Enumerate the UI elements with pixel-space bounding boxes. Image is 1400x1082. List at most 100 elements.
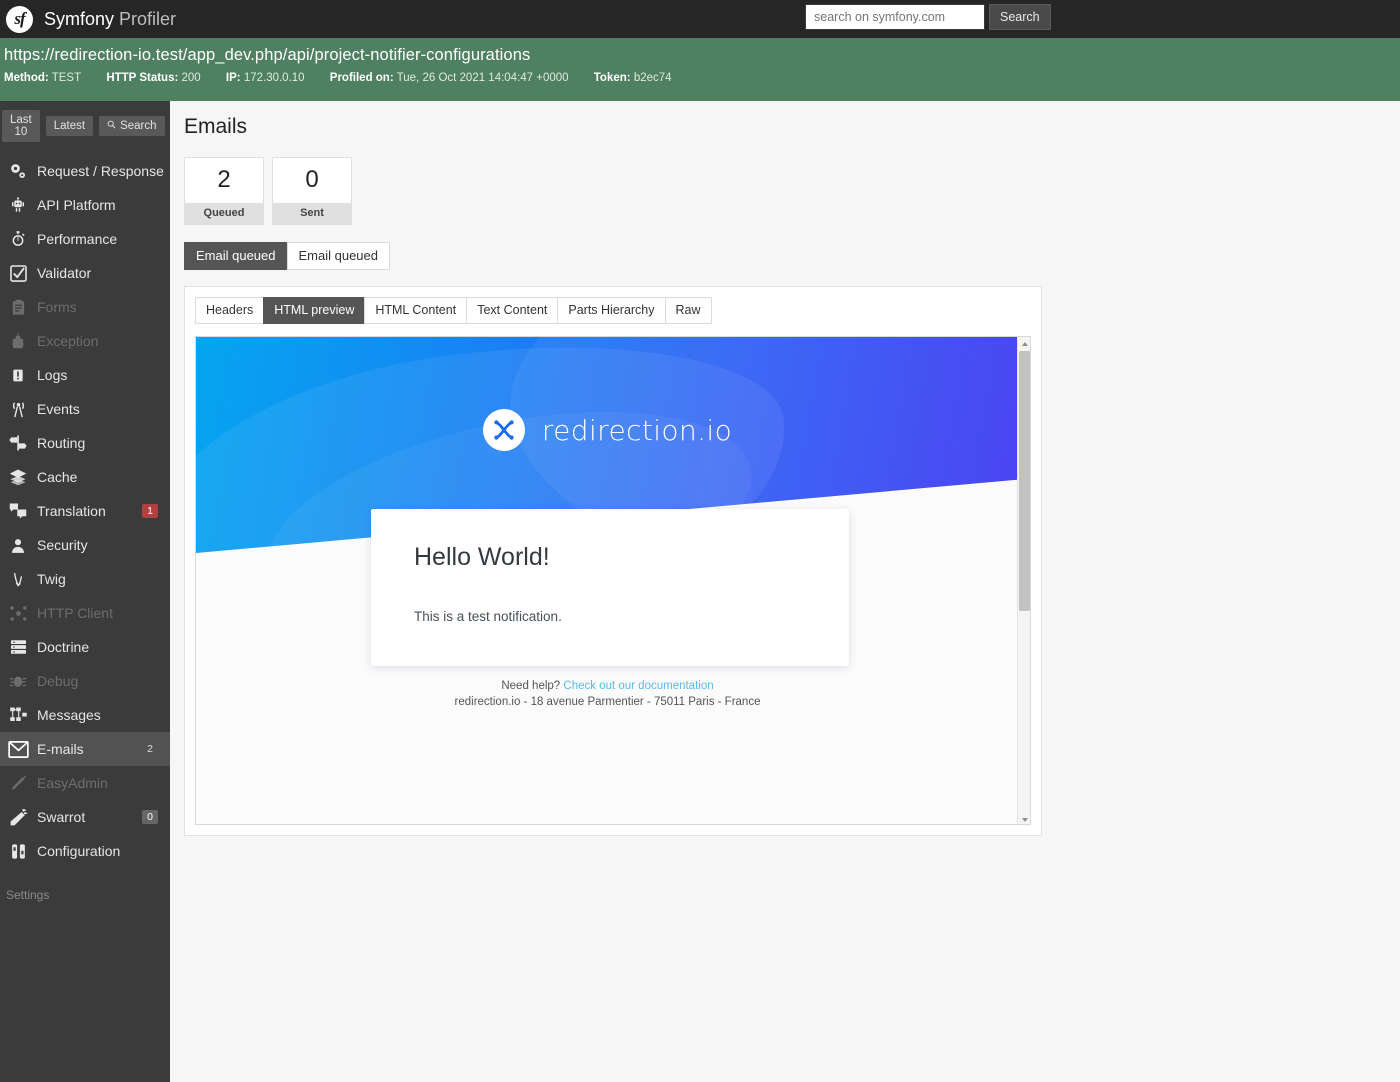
sidebar-item-label: Exception xyxy=(37,333,170,349)
last-10-button[interactable]: Last 10 xyxy=(2,110,40,142)
pencil-icon xyxy=(5,772,31,794)
content-tabs: Headers HTML preview HTML Content Text C… xyxy=(195,297,1031,324)
meta-http-status: HTTP Status: 200 xyxy=(106,72,200,84)
clipboard-icon xyxy=(5,296,31,318)
app-title-dim: Profiler xyxy=(114,9,176,29)
sidebar-search-label: Search xyxy=(120,120,156,132)
sidebar-item-label: Forms xyxy=(37,299,170,315)
email-tab-2[interactable]: Email queued xyxy=(287,242,391,270)
redirectionio-logo-icon xyxy=(483,409,525,451)
leaf-icon xyxy=(5,568,31,590)
sidebar-quick-buttons: Last 10 Latest Search xyxy=(0,101,170,152)
bug-icon xyxy=(5,670,31,692)
search-input[interactable] xyxy=(805,4,985,30)
sidebar-settings-link[interactable]: Settings xyxy=(0,868,170,902)
carrot-icon xyxy=(5,806,31,828)
meta-token-value: b2ec74 xyxy=(634,72,672,84)
email-tab-1[interactable]: Email queued xyxy=(184,242,287,270)
sidebar-item-doctrine[interactable]: Doctrine xyxy=(0,630,170,664)
main-content: Emails 2 Queued 0 Sent Email queued Emai… xyxy=(170,101,1400,1082)
bomb-icon xyxy=(5,330,31,352)
sidebar-item-cache[interactable]: Cache xyxy=(0,460,170,494)
sidebar-item-label: E-mails xyxy=(37,741,142,757)
sidebar-item-security[interactable]: Security xyxy=(0,528,170,562)
sidebar-item-label: EasyAdmin xyxy=(37,775,170,791)
latest-button[interactable]: Latest xyxy=(46,116,93,136)
documentation-link[interactable]: Check out our documentation xyxy=(563,680,713,692)
sidebar-item-emails[interactable]: E-mails 2 xyxy=(0,732,170,766)
sidebar-item-label: Doctrine xyxy=(37,639,170,655)
meta-profiled-on-label: Profiled on: xyxy=(330,72,394,84)
sidebar-item-events[interactable]: Events xyxy=(0,392,170,426)
scrollbar-thumb[interactable] xyxy=(1019,351,1030,611)
search-button[interactable]: Search xyxy=(989,4,1051,30)
meta-method: Method: TEST xyxy=(4,72,81,84)
request-url: https://redirection-io.test/app_dev.php/… xyxy=(4,46,1400,65)
sidebar-nav: Request / Response API Platform Performa… xyxy=(0,154,170,868)
sidebar-item-label: Debug xyxy=(37,673,170,689)
sidebar-item-badge: 0 xyxy=(142,810,158,824)
sidebar-item-validator[interactable]: Validator xyxy=(0,256,170,290)
email-footer-help: Need help? Check out our documentation xyxy=(196,680,1019,692)
brand[interactable]: sf Symfony Profiler xyxy=(0,6,176,33)
tab-raw[interactable]: Raw xyxy=(665,297,712,324)
sidebar-item-swarrot[interactable]: Swarrot 0 xyxy=(0,800,170,834)
page-title: Emails xyxy=(184,115,1400,139)
sidebar-item-request-response[interactable]: Request / Response xyxy=(0,154,170,188)
sidebar-item-label: Logs xyxy=(37,367,170,383)
scroll-down-arrow-icon[interactable] xyxy=(1018,813,1031,825)
sidebar-item-configuration[interactable]: Configuration xyxy=(0,834,170,868)
sidebar-item-routing[interactable]: Routing xyxy=(0,426,170,460)
tab-text-content[interactable]: Text Content xyxy=(466,297,557,324)
signpost-icon xyxy=(5,432,31,454)
meta-ip-label: IP: xyxy=(226,72,241,84)
app-title: Symfony Profiler xyxy=(44,9,176,30)
gears-icon xyxy=(5,160,31,182)
meta-profiled-on: Profiled on: Tue, 26 Oct 2021 14:04:47 +… xyxy=(330,72,569,84)
sidebar-item-label: Configuration xyxy=(37,843,170,859)
sidebar-item-easyadmin: EasyAdmin xyxy=(0,766,170,800)
meta-profiled-on-value: Tue, 26 Oct 2021 14:04:47 +0000 xyxy=(397,72,569,84)
database-icon xyxy=(5,636,31,658)
sidebar-search-button[interactable]: Search xyxy=(99,116,164,136)
tab-parts-hierarchy[interactable]: Parts Hierarchy xyxy=(557,297,664,324)
checkbox-icon xyxy=(5,262,31,284)
email-brand: redirection.io xyxy=(196,409,1019,451)
meta-token: Token: b2ec74 xyxy=(594,72,672,84)
sidebar-item-messages[interactable]: Messages xyxy=(0,698,170,732)
sidebar-item-label: Swarrot xyxy=(37,809,142,825)
email-document: redirection.io Hello World! This is a te… xyxy=(196,337,1019,825)
stopwatch-icon xyxy=(5,228,31,250)
sidebar-item-twig[interactable]: Twig xyxy=(0,562,170,596)
app-title-strong: Symfony xyxy=(44,9,114,29)
top-bar: sf Symfony Profiler Search xyxy=(0,0,1400,38)
sidebar-item-label: Performance xyxy=(37,231,170,247)
tab-html-preview[interactable]: HTML preview xyxy=(263,297,364,324)
alert-icon xyxy=(5,364,31,386)
sidebar-item-label: Routing xyxy=(37,435,170,451)
email-footer: Need help? Check out our documentation r… xyxy=(196,680,1019,708)
tab-html-content[interactable]: HTML Content xyxy=(364,297,466,324)
robot-icon xyxy=(5,194,31,216)
email-tabs: Email queued Email queued xyxy=(184,242,1400,270)
layers-icon xyxy=(5,466,31,488)
sidebar-item-debug: Debug xyxy=(0,664,170,698)
sidebar-item-performance[interactable]: Performance xyxy=(0,222,170,256)
meta-http-status-value: 200 xyxy=(182,72,201,84)
counter-sent: 0 Sent xyxy=(272,157,352,225)
scroll-up-arrow-icon[interactable] xyxy=(1018,337,1031,350)
counter-sent-value: 0 xyxy=(273,158,351,203)
counter-queued-label: Queued xyxy=(185,203,263,224)
search-icon xyxy=(107,120,116,132)
antenna-icon xyxy=(5,398,31,420)
sidebar-item-label: Twig xyxy=(37,571,170,587)
meta-method-value: TEST xyxy=(52,72,81,84)
sidebar-item-api-platform[interactable]: API Platform xyxy=(0,188,170,222)
tab-headers[interactable]: Headers xyxy=(195,297,263,324)
sidebar-item-logs[interactable]: Logs xyxy=(0,358,170,392)
sidebar: Last 10 Latest Search Request / Response… xyxy=(0,101,170,1082)
email-body-text: This is a test notification. xyxy=(414,609,849,624)
counter-queued-value: 2 xyxy=(185,158,263,203)
counters: 2 Queued 0 Sent xyxy=(184,157,1400,225)
sidebar-item-translation[interactable]: Translation 1 xyxy=(0,494,170,528)
